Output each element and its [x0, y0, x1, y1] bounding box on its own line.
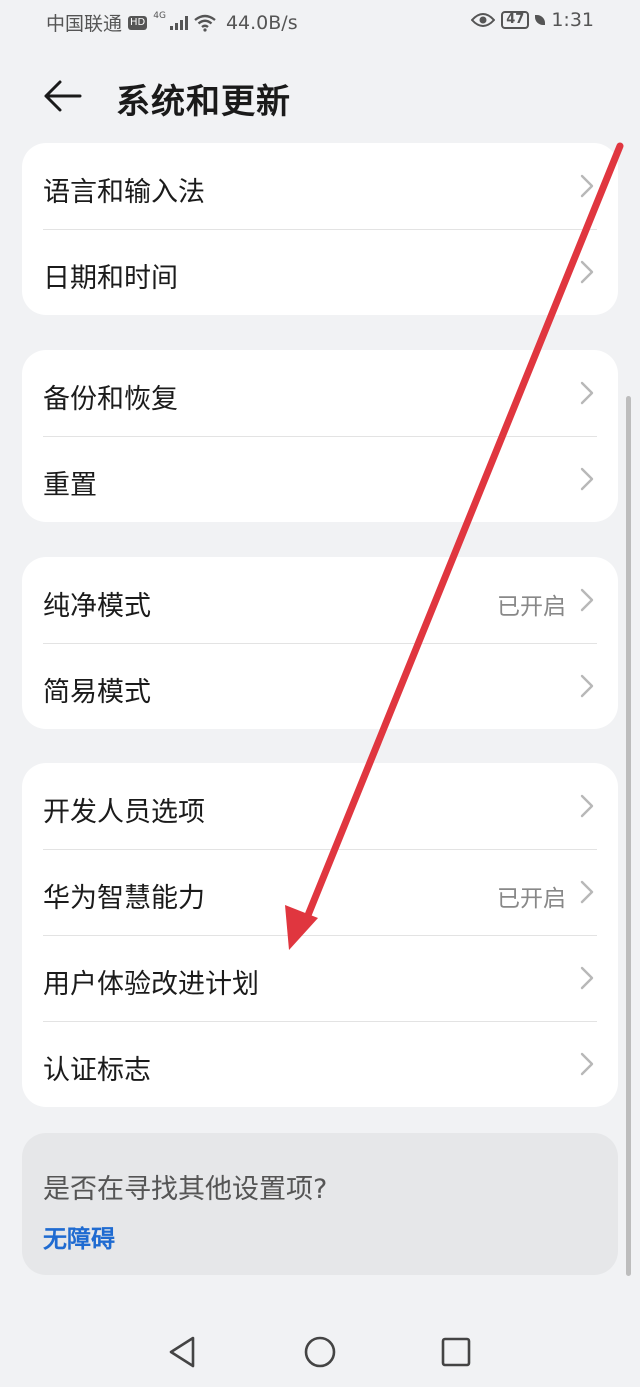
signal-icon — [169, 15, 188, 30]
settings-item-label: 用户体验改进计划 — [43, 969, 259, 1000]
settings-group-language-time: 语言和输入法 日期和时间 — [22, 143, 618, 315]
settings-item-developer-options[interactable]: 开发人员选项 — [22, 763, 618, 849]
triangle-back-icon — [169, 1336, 195, 1368]
settings-item-label: 备份和恢复 — [43, 384, 178, 415]
chevron-right-icon — [580, 674, 594, 698]
scrollbar[interactable] — [626, 396, 631, 1276]
chevron-right-icon — [580, 174, 594, 198]
settings-item-status: 已开启 — [497, 594, 566, 620]
settings-item-label: 开发人员选项 — [43, 797, 205, 828]
status-left: 中国联通 HD 4G 44.0B/s — [46, 9, 298, 36]
settings-item-huawei-intelligence[interactable]: 华为智慧能力 已开启 — [22, 849, 618, 935]
chevron-right-icon — [580, 1052, 594, 1076]
nav-recents-button[interactable] — [436, 1332, 476, 1372]
chevron-right-icon — [580, 880, 594, 904]
chevron-right-icon — [580, 966, 594, 990]
settings-group-advanced: 开发人员选项 华为智慧能力 已开启 用户体验改进计划 认证标志 — [22, 763, 618, 1107]
square-recents-icon — [441, 1337, 471, 1367]
settings-group-modes: 纯净模式 已开启 简易模式 — [22, 557, 618, 729]
clock: 1:31 — [551, 9, 594, 31]
arrow-left-icon — [44, 80, 82, 112]
chevron-right-icon — [580, 794, 594, 818]
wifi-icon — [194, 14, 216, 32]
settings-item-label: 语言和输入法 — [43, 177, 205, 208]
settings-item-certification-marks[interactable]: 认证标志 — [22, 1021, 618, 1107]
chevron-right-icon — [580, 381, 594, 405]
page-title: 系统和更新 — [116, 82, 291, 122]
settings-item-label: 认证标志 — [43, 1055, 151, 1086]
settings-item-status: 已开启 — [497, 886, 566, 912]
settings-item-pure-mode[interactable]: 纯净模式 已开启 — [22, 557, 618, 643]
settings-item-label: 重置 — [43, 470, 97, 501]
carrier-name: 中国联通 — [46, 13, 123, 35]
battery-icon: 47 — [501, 11, 530, 29]
title-bar: 系统和更新 — [0, 62, 640, 128]
chevron-right-icon — [580, 467, 594, 491]
settings-group-backup-reset: 备份和恢复 重置 — [22, 350, 618, 522]
status-right: 47 1:31 — [471, 9, 594, 31]
back-button[interactable] — [42, 78, 86, 114]
settings-item-reset[interactable]: 重置 — [22, 436, 618, 522]
accessibility-link[interactable]: 无障碍 — [43, 1219, 115, 1254]
chevron-right-icon — [580, 588, 594, 612]
eye-icon — [471, 13, 496, 27]
chevron-right-icon — [580, 260, 594, 284]
nav-home-button[interactable] — [300, 1332, 340, 1372]
settings-item-label: 纯净模式 — [43, 591, 151, 622]
leaf-icon — [535, 15, 546, 25]
settings-item-label: 日期和时间 — [43, 263, 178, 294]
help-suggestion-title: 是否在寻找其他设置项? — [43, 1174, 328, 1205]
settings-item-language-input[interactable]: 语言和输入法 — [22, 143, 618, 229]
settings-item-label: 华为智慧能力 — [43, 883, 205, 914]
status-bar: 中国联通 HD 4G 44.0B/s 47 1:31 — [0, 0, 640, 44]
settings-item-label: 简易模式 — [43, 677, 151, 708]
hd-icon: HD — [128, 15, 148, 30]
network-type: 4G — [153, 10, 166, 21]
circle-home-icon — [304, 1336, 336, 1368]
settings-item-backup-restore[interactable]: 备份和恢复 — [22, 350, 618, 436]
settings-item-date-time[interactable]: 日期和时间 — [22, 229, 618, 315]
help-suggestion-card: 是否在寻找其他设置项? 无障碍 — [22, 1133, 618, 1275]
navigation-bar — [0, 1312, 640, 1387]
settings-item-user-experience-program[interactable]: 用户体验改进计划 — [22, 935, 618, 1021]
settings-item-simple-mode[interactable]: 简易模式 — [22, 643, 618, 729]
nav-back-button[interactable] — [163, 1332, 203, 1372]
network-speed: 44.0B/s — [225, 11, 298, 34]
